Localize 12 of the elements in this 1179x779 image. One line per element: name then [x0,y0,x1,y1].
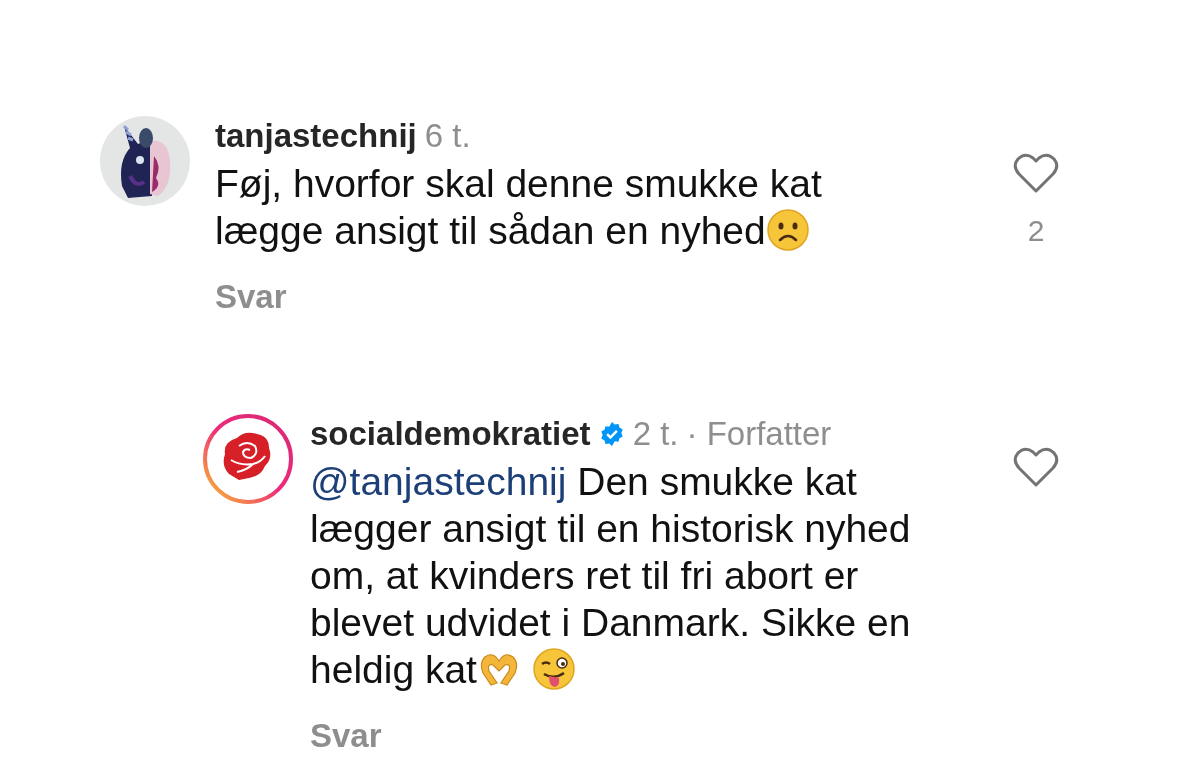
comment-text: Føj, hvorfor skal denne smukke kat lægge ansigt til sådan en nyhed [215,161,823,254]
username[interactable]: tanjastechnij [215,116,417,156]
like-count: 2 [1027,213,1045,249]
username[interactable]: socialdemokratiet [310,413,591,454]
author-label: · Forfatter [686,413,832,454]
comment-time: 2 t. [632,413,679,454]
comment-time: 6 t. [424,116,471,156]
like-button[interactable] [1013,445,1059,488]
like-button[interactable] [1013,152,1059,194]
mention-link[interactable]: @tanjastechnij [310,459,567,503]
comment-text: @tanjastechnij Den smukke kat lægger ansigt til en historisk nyhed om, at kvinders ret til fri abort er blevet udvidet i Danmark. Sikke en heldig kat [310,458,912,693]
rose-logo-icon[interactable] [203,413,293,504]
